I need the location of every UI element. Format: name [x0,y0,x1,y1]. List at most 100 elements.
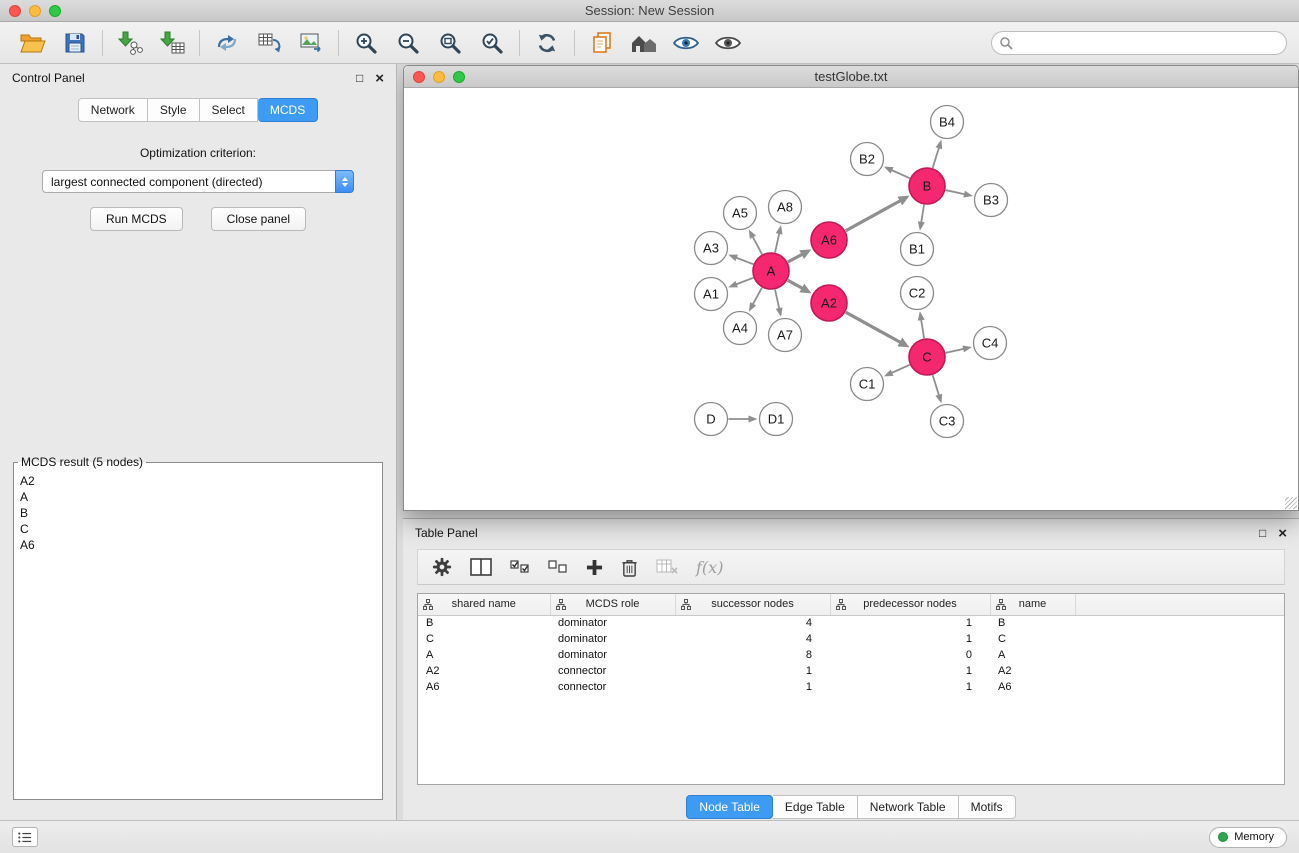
edge-A-A4[interactable] [753,288,762,305]
node-table-container[interactable]: shared nameMCDS rolesuccessor nodesprede… [417,593,1285,785]
tab-node-table[interactable]: Node Table [686,795,773,819]
mcds-result-item[interactable]: A2 [20,473,376,489]
network-window-titlebar[interactable]: testGlobe.txt [404,66,1298,88]
delete-table-button[interactable] [656,554,678,580]
select-all-columns-button[interactable] [510,554,530,580]
network-view-window[interactable]: testGlobe.txt AA1A2A3A4A5A6A7A8BB1B2B3B4… [403,65,1299,511]
task-history-button[interactable] [12,827,38,847]
table-cell[interactable]: 1 [675,663,830,679]
edge-A-A1[interactable] [736,278,754,285]
minimize-network-icon[interactable] [433,71,445,83]
table-cell[interactable]: dominator [550,647,675,663]
table-cell[interactable]: connector [550,679,675,695]
tab-select[interactable]: Select [200,98,258,122]
table-cell[interactable]: 1 [830,615,990,631]
table-cell[interactable]: A2 [990,663,1075,679]
optimization-criterion-select[interactable]: largest connected component (directed) [42,170,354,193]
table-cell[interactable]: C [418,631,550,647]
table-row[interactable]: A2connector11A2 [418,663,1284,679]
edge-B-B2[interactable] [891,170,910,178]
column-header-predecessor-nodes[interactable]: predecessor nodes [830,594,990,615]
edge-A6-B[interactable] [846,200,901,230]
edge-A-A6[interactable] [788,254,803,262]
import-table-button[interactable] [151,26,193,60]
mcds-result-item[interactable]: B [20,505,376,521]
tab-mcds[interactable]: MCDS [258,98,318,122]
zoom-out-button[interactable] [387,26,429,60]
network-canvas[interactable]: AA1A2A3A4A5A6A7A8BB1B2B3B4CC1C2C3C4DD1 [404,88,1298,510]
table-cell[interactable]: A [990,647,1075,663]
table-cell[interactable]: A6 [990,679,1075,695]
edge-A-A3[interactable] [736,257,754,264]
edge-A-A5[interactable] [752,236,762,254]
minimize-window-icon[interactable] [29,5,41,17]
table-row[interactable]: Adominator80A [418,647,1284,663]
zoom-selected-button[interactable] [471,26,513,60]
tab-network[interactable]: Network [78,98,148,122]
edge-B-B1[interactable] [921,205,924,223]
close-network-icon[interactable] [413,71,425,83]
close-window-icon[interactable] [9,5,21,17]
create-column-button[interactable] [586,554,603,580]
table-row[interactable]: A6connector11A6 [418,679,1284,695]
column-header-name[interactable]: name [990,594,1075,615]
edge-C-C3[interactable] [933,375,939,396]
float-panel-icon[interactable]: □ [356,72,363,84]
show-style-button[interactable] [665,26,707,60]
mcds-result-item[interactable]: A6 [20,537,376,553]
table-row[interactable]: Cdominator41C [418,631,1284,647]
column-header-successor-nodes[interactable]: successor nodes [675,594,830,615]
edge-A2-C[interactable] [846,312,901,342]
export-table-button[interactable] [248,26,290,60]
close-panel-icon[interactable]: × [375,71,384,86]
close-panel-button[interactable]: Close panel [211,207,306,231]
table-cell[interactable]: 1 [830,663,990,679]
table-cell[interactable]: dominator [550,631,675,647]
run-mcds-button[interactable]: Run MCDS [90,207,183,231]
table-row[interactable]: Bdominator41B [418,615,1284,631]
show-columns-button[interactable] [470,554,492,580]
memory-button[interactable]: Memory [1209,827,1287,848]
network-graph[interactable]: AA1A2A3A4A5A6A7A8BB1B2B3B4CC1C2C3C4DD1 [404,88,1298,510]
delete-column-button[interactable] [621,554,638,580]
edge-B-B4[interactable] [933,147,939,168]
copy-view-button[interactable] [581,26,623,60]
zoom-fit-button[interactable] [429,26,471,60]
table-cell[interactable]: A6 [418,679,550,695]
table-settings-button[interactable] [432,554,452,580]
save-session-button[interactable] [54,26,96,60]
edge-A-A8[interactable] [775,233,779,253]
edge-C-C2[interactable] [921,319,924,338]
function-builder-button[interactable]: f(x) [696,554,723,580]
table-cell[interactable]: A [418,647,550,663]
zoom-window-icon[interactable] [49,5,61,17]
close-table-panel-icon[interactable]: × [1278,526,1287,541]
apply-layout-button[interactable] [526,26,568,60]
table-cell[interactable]: 8 [675,647,830,663]
edge-A-A7[interactable] [775,290,779,310]
table-cell[interactable]: A2 [418,663,550,679]
import-network-button[interactable] [109,26,151,60]
table-cell[interactable]: connector [550,663,675,679]
mcds-result-item[interactable]: C [20,521,376,537]
edge-C-C1[interactable] [891,365,910,373]
open-file-button[interactable] [12,26,54,60]
table-cell[interactable]: 4 [675,615,830,631]
column-header-MCDS-role[interactable]: MCDS role [550,594,675,615]
table-cell[interactable]: C [990,631,1075,647]
show-details-button[interactable] [707,26,749,60]
export-image-button[interactable] [290,26,332,60]
tab-edge-table[interactable]: Edge Table [773,795,858,819]
tab-style[interactable]: Style [148,98,200,122]
export-network-button[interactable] [206,26,248,60]
column-header-shared-name[interactable]: shared name [418,594,550,615]
mcds-result-item[interactable]: A [20,489,376,505]
dropdown-stepper-icon[interactable] [335,170,354,193]
table-cell[interactable]: dominator [550,615,675,631]
float-table-panel-icon[interactable]: □ [1259,527,1266,539]
home-view-button[interactable] [623,26,665,60]
unselect-all-columns-button[interactable] [548,554,568,580]
table-cell[interactable]: 4 [675,631,830,647]
table-cell[interactable]: 0 [830,647,990,663]
zoom-network-icon[interactable] [453,71,465,83]
